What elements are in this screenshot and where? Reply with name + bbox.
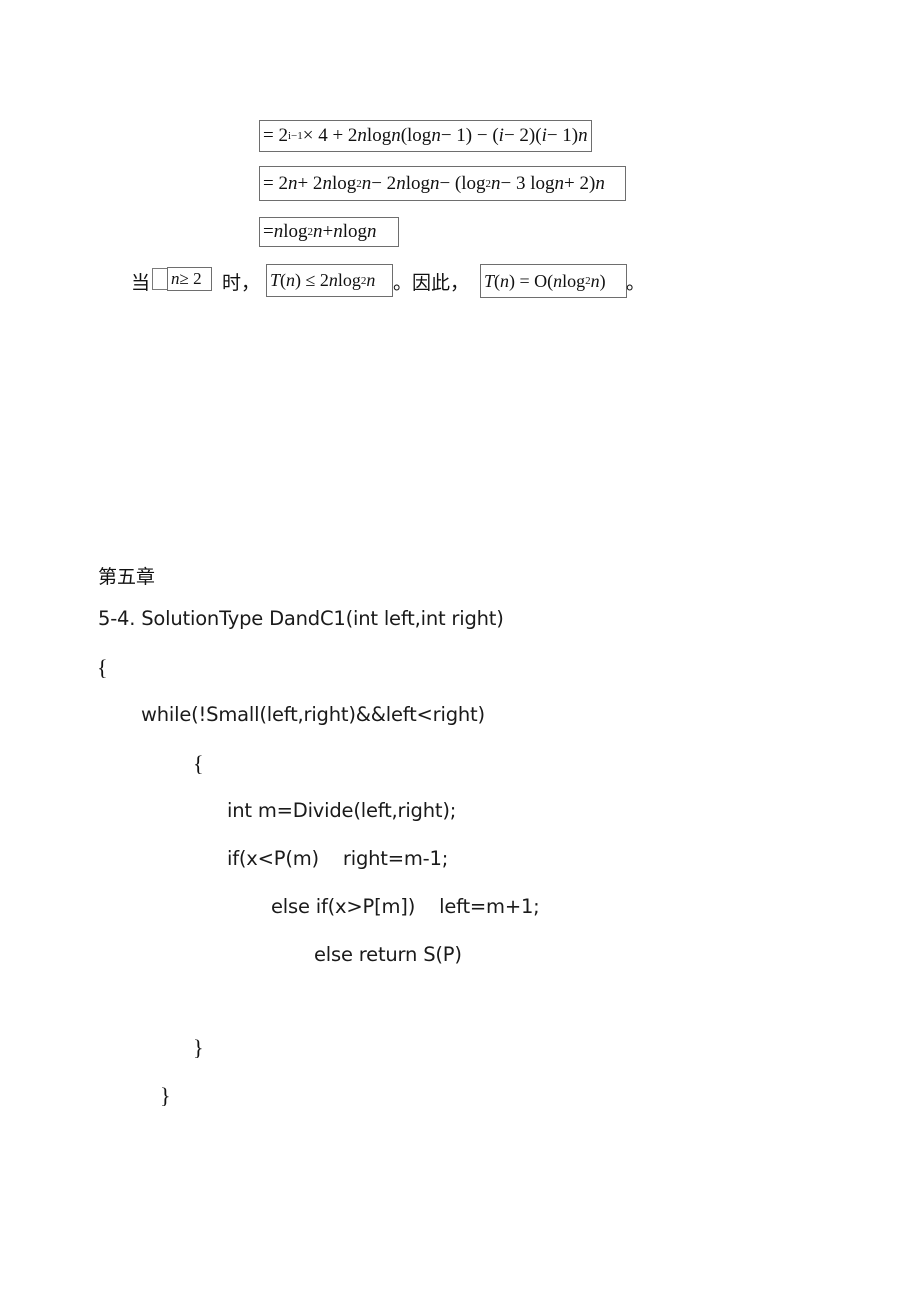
eq-text: log bbox=[331, 172, 357, 194]
eq-text: + 2 bbox=[297, 172, 323, 194]
eq-text: − 3 log bbox=[500, 172, 555, 194]
code-line-inner-open-brace: { bbox=[193, 751, 204, 776]
eq-text: ≥ 2 bbox=[179, 269, 202, 288]
conclusion-therefore: 。因此， bbox=[393, 272, 470, 294]
eq-var: n bbox=[366, 270, 376, 290]
eq-var: n bbox=[590, 270, 600, 291]
eq-var: n bbox=[367, 221, 377, 242]
eq-var: n bbox=[171, 269, 180, 288]
eq-text: − (log bbox=[439, 172, 486, 194]
code-line-while: while(!Small(left,right)&&left<right) bbox=[141, 703, 485, 726]
empty-placeholder-box bbox=[152, 268, 168, 290]
bound-formula: T(n) ≤ 2n log 2 n bbox=[266, 264, 393, 297]
code-line-if: if(x<P(m) right=m-1; bbox=[227, 847, 449, 870]
equation-line-2: = 2n + 2n log 2 n − 2n log n − (log 2 n − … bbox=[259, 166, 626, 201]
eq-var: n bbox=[328, 270, 338, 290]
eq-var: n bbox=[554, 172, 565, 194]
condition-formula: n ≥ 2 bbox=[167, 267, 212, 291]
eq-text: log bbox=[366, 125, 392, 146]
eq-text: − 2 bbox=[371, 172, 397, 194]
eq-var: n bbox=[391, 125, 401, 146]
eq-text: − 1) bbox=[546, 125, 579, 146]
eq-var: n bbox=[396, 172, 406, 194]
eq-var: n bbox=[287, 172, 298, 194]
eq-var: n bbox=[431, 125, 441, 146]
eq-text: − 2)( bbox=[503, 125, 542, 146]
eq-var: n bbox=[578, 125, 588, 146]
eq-text: log bbox=[405, 172, 430, 194]
eq-var: n bbox=[429, 172, 440, 194]
code-line-signature: 5-4. SolutionType DandC1(int left,int ri… bbox=[98, 607, 504, 630]
eq-text: − 1) − ( bbox=[440, 125, 499, 146]
code-line-else-if: else if(x>P[m]) left=m+1; bbox=[271, 895, 540, 918]
eq-var: T bbox=[484, 270, 495, 291]
eq-var: n bbox=[273, 221, 284, 242]
equation-line-3: = n log 2 n + n log n bbox=[259, 217, 399, 247]
chapter-title: 第五章 bbox=[98, 566, 156, 588]
eq-var: n bbox=[322, 172, 332, 194]
eq-text: ) ≤ 2 bbox=[295, 270, 329, 290]
eq-text: log bbox=[283, 221, 308, 242]
eq-text: = bbox=[263, 221, 274, 242]
code-line-open-brace: { bbox=[97, 655, 108, 680]
eq-text: log bbox=[337, 270, 361, 290]
eq-var: n bbox=[333, 221, 343, 242]
code-line-inner-close-brace: } bbox=[193, 1035, 204, 1060]
eq-var: T bbox=[270, 270, 281, 290]
code-line-divide: int m=Divide(left,right); bbox=[227, 799, 457, 822]
conclusion-mid: 时， bbox=[222, 272, 261, 294]
eq-text: (log bbox=[400, 125, 432, 146]
code-line-else-return: else return S(P) bbox=[314, 943, 462, 966]
conclusion-prefix: 当 bbox=[131, 272, 151, 294]
eq-text: + 2) bbox=[564, 172, 596, 194]
eq-text: + bbox=[322, 221, 334, 242]
eq-var: n bbox=[357, 125, 367, 146]
eq-text: × 4 + 2 bbox=[302, 125, 358, 146]
eq-text: = 2 bbox=[263, 125, 288, 146]
eq-var: n bbox=[500, 270, 510, 291]
eq-var: n bbox=[595, 172, 605, 194]
result-formula: T(n) = O(n log 2 n) bbox=[480, 264, 627, 298]
code-line-close-brace: } bbox=[160, 1083, 171, 1108]
conclusion-end: 。 bbox=[626, 272, 646, 294]
eq-text: ) bbox=[599, 270, 606, 291]
eq-var: n bbox=[313, 221, 323, 242]
eq-var: n bbox=[286, 270, 296, 290]
eq-text: log bbox=[562, 270, 586, 291]
eq-var: n bbox=[361, 172, 372, 194]
eq-var: n bbox=[553, 270, 563, 291]
eq-text: log bbox=[342, 221, 367, 242]
eq-text: ) = O( bbox=[509, 270, 554, 291]
eq-var: n bbox=[491, 172, 501, 194]
equation-line-1: = 2 i−1 × 4 + 2n log n (log n − 1) − (i − … bbox=[259, 120, 592, 152]
eq-text: = 2 bbox=[263, 172, 288, 194]
